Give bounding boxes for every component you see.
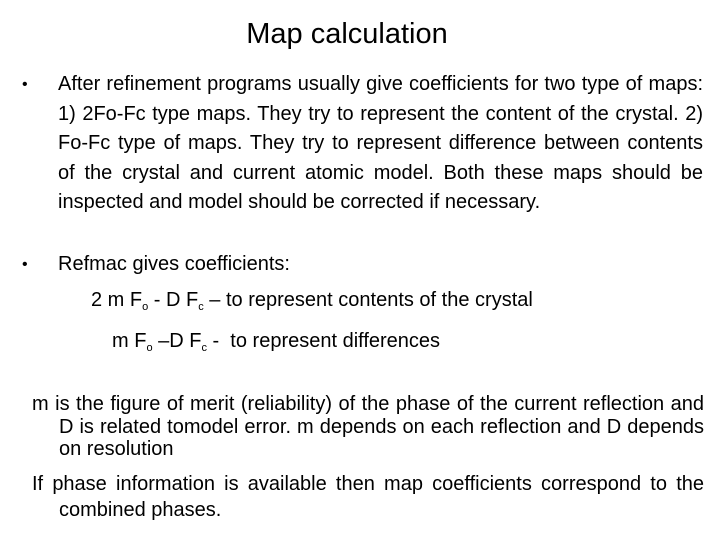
bullet-item: • After refinement programs usually give… xyxy=(22,70,703,218)
note-paragraph: m is the figure of merit (reliability) o… xyxy=(32,393,704,460)
note-paragraph: If phase information is available then m… xyxy=(32,473,704,521)
formula-part: 2 m F xyxy=(91,289,143,311)
bullet-marker-icon: • xyxy=(22,256,28,273)
formula-part: - D F xyxy=(148,289,199,311)
formula-description: – to represent contents of the crystal xyxy=(203,289,533,311)
formula-part: m F xyxy=(112,330,147,352)
formula-description: - to represent differences xyxy=(206,330,441,352)
bullet-marker-icon: • xyxy=(22,76,28,93)
formula-fo-fc: m Fo –D Fc - to represent differences xyxy=(112,328,440,361)
slide-title: Map calculation xyxy=(246,18,448,50)
bullet-text: Refmac gives coefficients: xyxy=(58,253,290,275)
formula-2fo-fc: 2 m Fo - D Fc – to represent contents of… xyxy=(91,287,533,320)
bullet-text: After refinement programs usually give c… xyxy=(58,73,703,213)
formula-part: –D F xyxy=(152,330,202,352)
bullet-item: • Refmac gives coefficients: xyxy=(22,250,703,280)
